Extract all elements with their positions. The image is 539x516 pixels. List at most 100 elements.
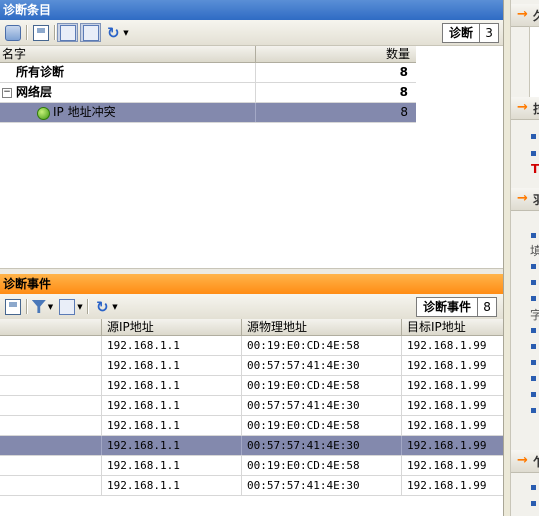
column-header-src-ip[interactable]: 源IP地址 (107, 319, 154, 335)
side-section-title: 羽 (533, 191, 539, 208)
column-header-name[interactable]: 名字 (2, 46, 26, 62)
cell-src-ip: 192.168.1.1 (107, 379, 180, 392)
column-header-dst-ip[interactable]: 目标IP地址 (407, 319, 466, 335)
tree-row-label: IP 地址冲突 (53, 105, 116, 119)
main-area: 诊断条目 ↻ ▼ 诊断 3 名字 数量 所有诊断 8 − 网络层 8 IP 地址… (0, 0, 503, 516)
diagnosis-counter-label: 诊断 (443, 24, 481, 42)
side-item-text[interactable]: 字 (530, 306, 539, 323)
bullet-icon (531, 392, 536, 397)
side-section-header[interactable]: → 乍 (511, 450, 539, 473)
table-row[interactable]: 192.168.1.1 00:19:E0:CD:4E:58 192.168.1.… (0, 376, 503, 396)
tree-row-label: 所有诊断 (16, 65, 65, 79)
filter-dropdown-button[interactable]: ▼ (30, 297, 55, 316)
bullet-icon (531, 233, 536, 238)
bullet-icon (531, 344, 536, 349)
diagnosis-events-toolbar: ▼ ▼ ↻ ▼ 诊断事件 8 (0, 294, 503, 320)
cell-dst-ip: 192.168.1.99 (407, 459, 487, 472)
cell-src-ip: 192.168.1.1 (107, 439, 180, 452)
tree-row-all-diagnoses[interactable]: 所有诊断 8 (0, 63, 416, 83)
side-section-header[interactable]: → 久 (511, 4, 539, 27)
network-view-button[interactable] (3, 23, 23, 42)
column-divider[interactable] (401, 319, 402, 335)
cell-dst-ip: 192.168.1.99 (407, 379, 487, 392)
events-counter-value: 8 (483, 300, 491, 314)
refresh-dropdown-button[interactable]: ↻ ▼ (92, 297, 120, 316)
diagnosis-status-icon (37, 107, 50, 120)
cell-divider (241, 436, 242, 455)
side-section-title: 乍 (533, 453, 539, 470)
cell-src-ip: 192.168.1.1 (107, 339, 180, 352)
column-header-src-mac[interactable]: 源物理地址 (247, 319, 307, 335)
app-window: 诊断条目 ↻ ▼ 诊断 3 名字 数量 所有诊断 8 − 网络层 8 IP 地址… (0, 0, 539, 516)
chevron-down-icon: ▼ (112, 302, 118, 311)
toolbar-separator (26, 25, 28, 40)
refresh-icon: ↻ (96, 297, 109, 316)
tree-row-label: 网络层 (16, 85, 53, 99)
save-icon (5, 298, 21, 315)
diagnosis-events-title: 诊断事件 (0, 274, 503, 294)
column-divider (255, 103, 256, 122)
events-counter-label: 诊断事件 (417, 298, 479, 316)
cell-src-mac: 00:57:57:41:4E:30 (247, 439, 360, 452)
cell-divider (401, 476, 402, 495)
cell-dst-ip: 192.168.1.99 (407, 359, 487, 372)
cell-divider (101, 476, 102, 495)
cell-dst-ip: 192.168.1.99 (407, 399, 487, 412)
table-row[interactable]: 192.168.1.1 00:57:57:41:4E:30 192.168.1.… (0, 396, 503, 416)
save-report-button[interactable] (31, 23, 51, 42)
tree-row-network-layer[interactable]: − 网络层 8 (0, 83, 416, 103)
arrow-right-icon: → (517, 7, 528, 22)
table-row-selected[interactable]: 192.168.1.1 00:57:57:41:4E:30 192.168.1.… (0, 436, 503, 456)
cell-divider (101, 356, 102, 375)
table-row[interactable]: 192.168.1.1 00:19:E0:CD:4E:58 192.168.1.… (0, 456, 503, 476)
cell-src-mac: 00:57:57:41:4E:30 (247, 359, 360, 372)
cell-divider (101, 436, 102, 455)
cell-src-ip: 192.168.1.1 (107, 459, 180, 472)
table-row[interactable]: 192.168.1.1 00:19:E0:CD:4E:58 192.168.1.… (0, 416, 503, 436)
side-item-text[interactable]: 填 (530, 242, 539, 259)
bullet-icon (531, 408, 536, 413)
cell-divider (241, 456, 242, 475)
cell-src-ip: 192.168.1.1 (107, 419, 180, 432)
table-row[interactable]: 192.168.1.1 00:57:57:41:4E:30 192.168.1.… (0, 356, 503, 376)
diagnosis-items-toolbar: ↻ ▼ 诊断 3 (0, 20, 503, 46)
side-warning-text: T (531, 162, 539, 176)
column-divider[interactable] (241, 319, 242, 335)
bullet-icon (531, 264, 536, 269)
tree-row-count: 8 (400, 105, 408, 119)
side-section-header[interactable]: → 拉 (511, 97, 539, 120)
cell-divider (241, 376, 242, 395)
table-row[interactable]: 192.168.1.1 00:19:E0:CD:4E:58 192.168.1.… (0, 336, 503, 356)
cell-divider (101, 416, 102, 435)
collapse-toggle-icon[interactable]: − (2, 88, 12, 98)
cell-divider (401, 336, 402, 355)
events-counter: 诊断事件 8 (416, 297, 498, 317)
cell-src-mac: 00:57:57:41:4E:30 (247, 399, 360, 412)
column-divider[interactable] (255, 46, 256, 62)
chevron-down-icon: ▼ (77, 302, 83, 311)
refresh-dropdown-button[interactable]: ↻ ▼ (103, 23, 131, 42)
collapse-tree-button[interactable] (80, 23, 101, 42)
chevron-down-icon: ▼ (123, 28, 129, 37)
cell-divider (401, 396, 402, 415)
column-divider[interactable] (101, 319, 102, 335)
bullet-icon (531, 376, 536, 381)
columns-dropdown-button[interactable]: ▼ (58, 297, 84, 316)
column-header-count[interactable]: 数量 (386, 46, 410, 62)
cell-divider (241, 416, 242, 435)
toolbar-separator (26, 299, 28, 314)
cell-dst-ip: 192.168.1.99 (407, 439, 487, 452)
bullet-icon (531, 134, 536, 139)
cell-src-mac: 00:57:57:41:4E:30 (247, 479, 360, 492)
cell-src-mac: 00:19:E0:CD:4E:58 (247, 339, 360, 352)
table-row[interactable]: 192.168.1.1 00:57:57:41:4E:30 192.168.1.… (0, 476, 503, 496)
cell-dst-ip: 192.168.1.99 (407, 479, 487, 492)
expand-tree-button[interactable] (57, 23, 78, 42)
side-section-header[interactable]: → 羽 (511, 188, 539, 211)
column-divider (255, 63, 256, 82)
cell-divider (101, 396, 102, 415)
bullet-icon (531, 151, 536, 156)
save-events-button[interactable] (3, 297, 23, 316)
tree-row-ip-conflict[interactable]: IP 地址冲突 8 (0, 103, 416, 123)
network-icon (5, 24, 21, 41)
